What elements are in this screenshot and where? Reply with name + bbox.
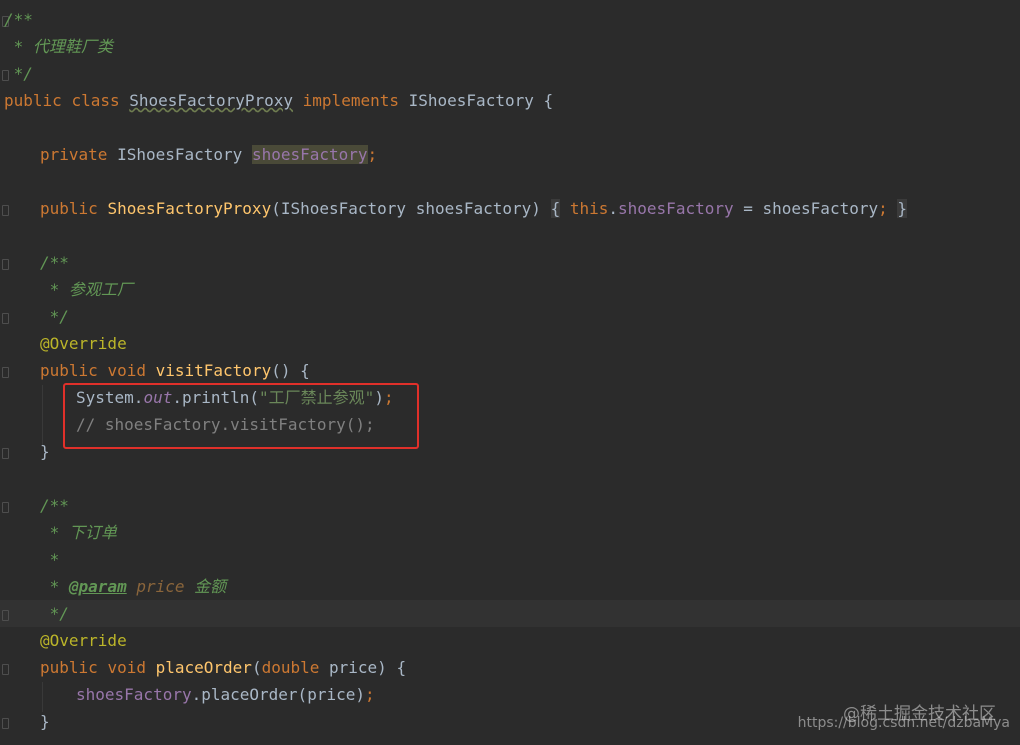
semicolon: ; [364,685,375,704]
indent-guide [42,682,43,712]
javadoc-comment: /** [40,253,69,272]
indent-guide [42,385,43,445]
class-name[interactable]: ShoesFactoryProxy [129,91,293,110]
javadoc-comment: 金额 [184,577,227,596]
keyword: private [40,145,108,164]
javadoc-comment: */ [4,64,33,83]
javadoc-comment: */ [40,604,69,623]
code-line-6[interactable]: private IShoesFactory shoesFactory; [40,143,377,167]
javadoc-param-name: price [136,577,185,596]
fold-marker-icon[interactable] [2,718,9,729]
method-signature-rest: price) { [319,658,407,677]
javadoc-comment: * [40,550,60,569]
javadoc-comment: /** [40,496,69,515]
folded-brace-close[interactable]: } [897,199,908,218]
javadoc-comment: * [40,577,69,596]
javadoc-comment: */ [40,307,69,326]
code-line-26[interactable]: shoesFactory.placeOrder(price); [76,683,375,707]
code-line-23[interactable]: */ [40,602,69,626]
annotation: @Override [40,631,127,650]
code-line-4[interactable]: public class ShoesFactoryProxy implement… [4,89,553,113]
annotation: @Override [40,334,127,353]
assignment: = shoesFactory [733,199,879,218]
keyword: this [569,199,609,218]
folded-brace-open[interactable]: { [550,199,561,218]
fold-marker-icon[interactable] [2,664,9,675]
code-line-24[interactable]: @Override [40,629,127,653]
fold-marker-icon[interactable] [2,367,9,378]
keyword: void [107,361,146,380]
code-line-8[interactable]: public ShoesFactoryProxy(IShoesFactory s… [40,197,908,221]
paren-open: ( [251,658,262,677]
code-editor[interactable]: /** * 代理鞋厂类 */ public class ShoesFactory… [0,0,1020,745]
code-line-20[interactable]: * 下订单 [40,521,117,545]
code-line-21[interactable]: * [40,548,60,572]
code-line-25[interactable]: public void placeOrder(double price) { [40,656,406,680]
fold-marker-icon[interactable] [2,502,9,513]
code-line-22[interactable]: * @param price 金额 [40,575,227,599]
constructor-name: ShoesFactoryProxy [107,199,272,218]
keyword: public [40,361,98,380]
code-line-19[interactable]: /** [40,494,69,518]
keyword: double [261,658,320,677]
keyword: public [4,91,62,110]
field-name: shoesFactory [76,685,192,704]
code-line-12[interactable]: */ [40,305,69,329]
code-line-1[interactable]: /** [4,8,33,32]
code-line-27[interactable]: } [40,710,50,734]
interface-name: IShoesFactory { [408,91,554,110]
watermark-url: https://blog.csdn.net/dzbaMya [797,715,1010,731]
fold-marker-icon[interactable] [2,610,9,621]
brace-close: } [40,442,50,461]
method-signature-rest: () { [271,361,310,380]
javadoc-tag: @param [68,577,127,596]
keyword: implements [302,91,399,110]
fold-marker-icon[interactable] [2,313,9,324]
fold-marker-icon[interactable] [2,205,9,216]
javadoc-comment: * 代理鞋厂类 [4,37,113,56]
semicolon: ; [367,145,378,164]
method-call: .placeOrder(price) [191,685,365,704]
type-name: IShoesFactory [117,145,243,164]
method-name: visitFactory [155,361,272,380]
keyword: public [40,199,98,218]
method-name: placeOrder [155,658,252,677]
code-line-3[interactable]: */ [4,62,33,86]
code-line-2[interactable]: * 代理鞋厂类 [4,35,113,59]
semicolon: ; [878,199,888,218]
code-line-11[interactable]: * 参观工厂 [40,278,133,302]
field-name: shoesFactory [618,199,734,218]
javadoc-comment: * 下订单 [40,523,117,542]
code-line-17[interactable]: } [40,440,50,464]
code-line-10[interactable]: /** [40,251,69,275]
current-line-highlight [0,600,1020,627]
code-line-14[interactable]: public void visitFactory() { [40,359,310,383]
fold-marker-icon[interactable] [2,259,9,270]
fold-marker-icon[interactable] [2,448,9,459]
dot: . [608,199,619,218]
highlight-annotation-box [63,383,419,449]
keyword: void [107,658,146,677]
javadoc-comment: /** [4,10,33,29]
brace-close: } [40,712,50,731]
parameter-list: (IShoesFactory shoesFactory) [271,199,541,218]
keyword: class [71,91,120,110]
field-name[interactable]: shoesFactory [251,145,368,164]
code-line-13[interactable]: @Override [40,332,127,356]
keyword: public [40,658,98,677]
javadoc-comment: * 参观工厂 [40,280,133,299]
